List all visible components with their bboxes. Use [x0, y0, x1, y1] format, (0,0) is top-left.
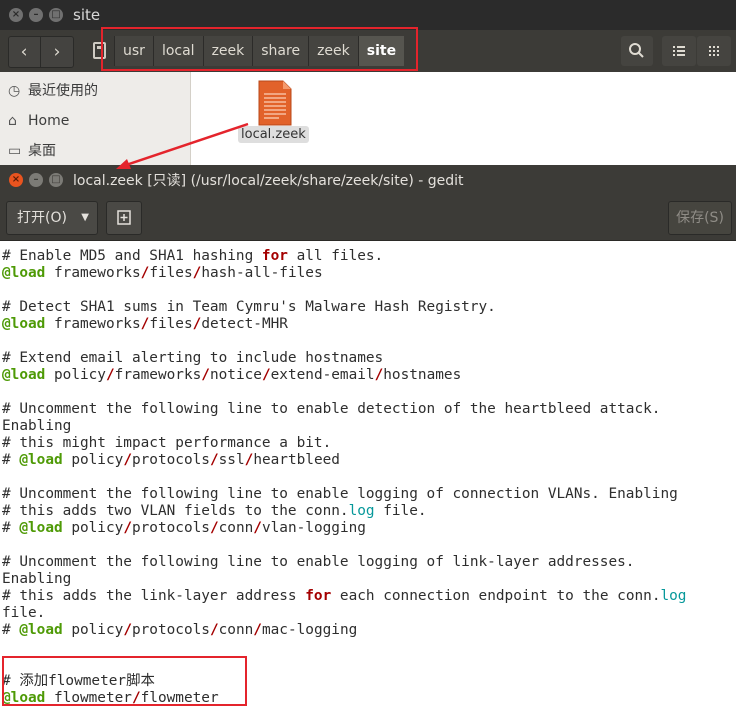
new-document-icon	[117, 210, 131, 225]
sidebar-item-label: Home	[28, 113, 70, 129]
code-line: # Extend email alerting to include hostn…	[2, 350, 384, 366]
file-view: local.zeek	[191, 72, 736, 168]
minimize-icon[interactable]: –	[29, 8, 43, 22]
sidebar-item-recent[interactable]: ◷ 最近使用的	[8, 78, 98, 104]
file-manager-window: × – □ site ‹ › usr local zeek share zeek…	[0, 0, 736, 168]
grid-view-button[interactable]	[697, 36, 731, 66]
code-line: # Detect SHA1 sums in Team Cymru's Malwa…	[2, 299, 496, 315]
list-view-button[interactable]	[662, 36, 696, 66]
text-file-icon[interactable]	[257, 80, 293, 126]
code-line: # Uncomment the following line to enable…	[2, 554, 635, 570]
search-icon	[629, 43, 644, 58]
back-button[interactable]: ‹	[9, 37, 39, 67]
file-manager-titlebar: × – □ site	[0, 0, 736, 30]
gedit-titlebar: × – □ local.zeek [只读] (/usr/local/zeek/s…	[0, 165, 736, 194]
code-line: # Enable MD5 and SHA1 hashing for all fi…	[2, 248, 384, 264]
maximize-icon[interactable]: □	[49, 8, 63, 22]
code-line: Enabling	[2, 418, 72, 434]
folder-icon: ▭	[8, 143, 22, 159]
save-button[interactable]: 保存(S)	[668, 201, 732, 235]
sidebar-item-home[interactable]: ⌂ Home	[8, 108, 69, 134]
path-highlight-box	[101, 27, 418, 71]
sidebar-item-label: 最近使用的	[28, 83, 98, 99]
history-nav: ‹ ›	[8, 36, 74, 68]
code-line: # @load policy/protocols/conn/vlan-loggi…	[2, 520, 366, 536]
code-line: file.	[2, 605, 46, 621]
code-line: # @load policy/protocols/conn/mac-loggin…	[2, 622, 358, 638]
code-line: @load frameworks/files/detect-MHR	[2, 316, 288, 332]
forward-button[interactable]: ›	[42, 37, 72, 67]
sidebar-item-label: 桌面	[28, 143, 56, 159]
clock-icon: ◷	[8, 83, 21, 99]
chevron-down-icon: ▼	[81, 212, 89, 223]
code-line: Enabling	[2, 571, 72, 587]
gedit-toolbar: 打开(O) ▼ 保存(S)	[0, 194, 736, 241]
minimize-icon[interactable]: –	[29, 173, 43, 187]
code-line: @load policy/frameworks/notice/extend-em…	[2, 367, 462, 383]
code-line: # Uncomment the following line to enable…	[2, 486, 678, 502]
code-line: # Uncomment the following line to enable…	[2, 401, 661, 417]
grid-view-icon	[709, 46, 719, 56]
gedit-window: × – □ local.zeek [只读] (/usr/local/zeek/s…	[0, 165, 736, 714]
open-button[interactable]: 打开(O) ▼	[6, 201, 98, 235]
list-view-icon	[673, 46, 685, 56]
added-code-highlight-box	[2, 656, 247, 706]
text-editor[interactable]: # Enable MD5 and SHA1 hashing for all fi…	[0, 241, 736, 714]
search-button[interactable]	[621, 36, 653, 66]
maximize-icon[interactable]: □	[49, 173, 63, 187]
code-line: # @load policy/protocols/ssl/heartbleed	[2, 452, 340, 468]
open-button-label: 打开(O)	[17, 210, 67, 226]
file-name-label[interactable]: local.zeek	[238, 126, 309, 143]
file-manager-title: site	[73, 6, 101, 24]
sidebar: ◷ 最近使用的 ⌂ Home ▭ 桌面	[0, 72, 191, 168]
close-icon[interactable]: ×	[9, 8, 23, 22]
new-document-button[interactable]	[106, 201, 142, 235]
code-line: # this might impact performance a bit.	[2, 435, 332, 451]
code-line: # this adds two VLAN fields to the conn.…	[2, 503, 427, 519]
home-icon: ⌂	[8, 113, 17, 129]
sidebar-item-desktop[interactable]: ▭ 桌面	[8, 138, 56, 164]
code-line: # this adds the link-layer address for e…	[2, 588, 687, 604]
close-icon[interactable]: ×	[9, 173, 23, 187]
gedit-title: local.zeek [只读] (/usr/local/zeek/share/z…	[73, 173, 464, 189]
code-line: @load frameworks/files/hash-all-files	[2, 265, 323, 281]
